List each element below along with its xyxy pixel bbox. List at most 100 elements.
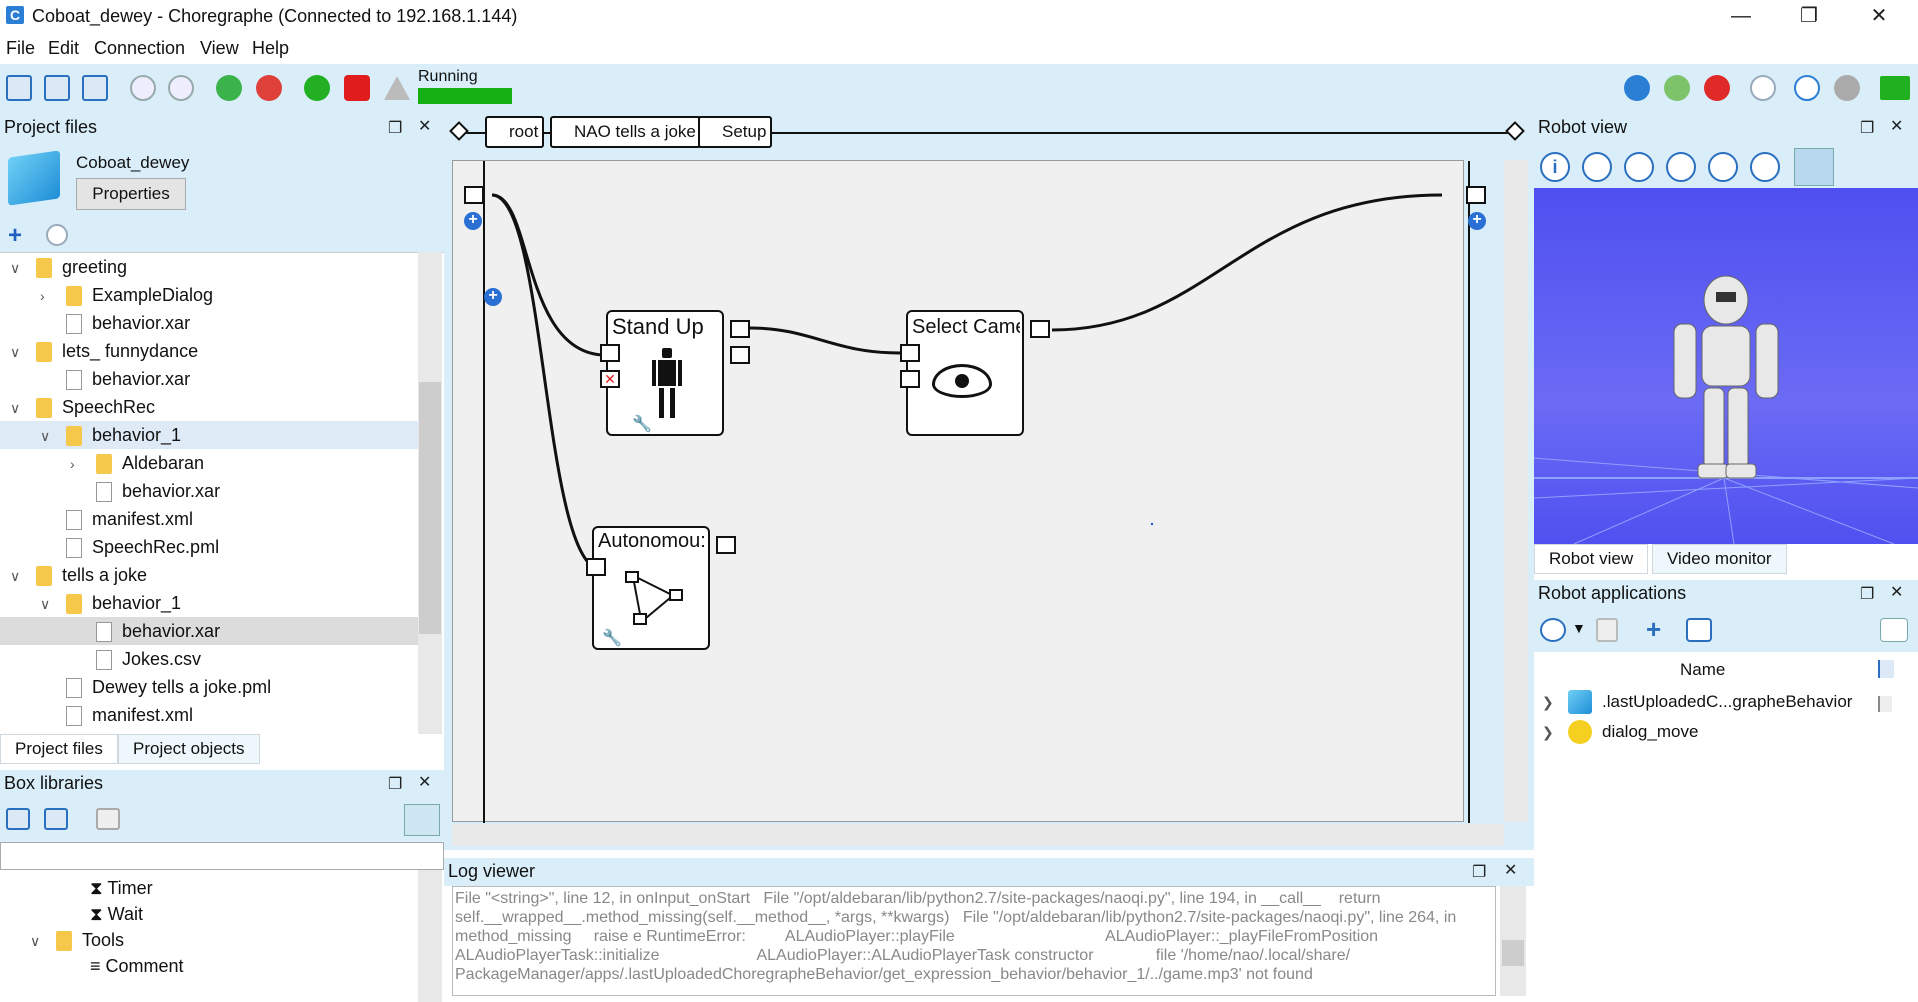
library-menu-icon[interactable] [96,808,120,830]
box-output-port[interactable] [1030,320,1050,338]
search-icon[interactable] [404,804,440,836]
tree-item[interactable]: ∨ behavior_1 [0,589,418,617]
tree-item[interactable]: behavior.xar [0,617,418,645]
box-output-port[interactable] [730,346,750,364]
autonomous-life-icon[interactable] [1750,75,1776,101]
box-stop-port[interactable]: ✕ [600,370,620,388]
close-panel-icon[interactable]: ✕ [1890,116,1903,136]
tree-item[interactable]: manifest.xml [0,505,418,533]
float-icon[interactable]: ❐ [1860,118,1874,138]
chevron-right-icon[interactable]: ❯ [1542,724,1554,741]
chevron-down-icon[interactable]: ∨ [10,254,24,282]
stop-icon[interactable] [344,75,370,101]
camera-reset-icon[interactable] [1624,152,1654,182]
canvas-hscrollbar[interactable] [452,824,1504,846]
close-panel-icon[interactable]: ✕ [418,116,431,136]
motors-icon[interactable] [1704,75,1730,101]
minimize-button[interactable]: — [1718,2,1764,30]
tree-item[interactable]: › ExampleDialog [0,281,418,309]
library-search-input[interactable] [0,842,444,870]
tab-project-objects[interactable]: Project objects [118,734,260,764]
flag-icon[interactable] [1878,660,1894,678]
tree-item[interactable]: Jokes.csv [0,645,418,673]
maximize-button[interactable]: ❐ [1786,2,1832,30]
box-autonomous[interactable]: Autonomou: 🔧 [592,526,710,650]
tree-item[interactable]: Dewey tells a joke.pml [0,673,418,701]
float-icon[interactable]: ❐ [1860,584,1874,604]
search-icon[interactable] [1880,618,1908,642]
box-input-port[interactable] [600,344,620,362]
tab-video-monitor[interactable]: Video monitor [1652,544,1787,574]
float-icon[interactable]: ❐ [1472,862,1486,882]
info-icon[interactable]: i [1540,152,1570,182]
float-icon[interactable]: ❐ [388,118,402,138]
breadcrumb-root[interactable]: root [485,116,545,148]
disconnect-icon[interactable] [256,75,282,101]
flow-output-port[interactable] [1466,186,1486,204]
play-icon[interactable] [304,75,330,101]
face-detect-icon[interactable] [1794,148,1834,186]
tree-item[interactable]: behavior.xar [0,365,418,393]
library-item[interactable]: ⧗ Wait [90,900,143,928]
animation-mode-icon[interactable] [1664,75,1690,101]
tree-item[interactable]: behavior.xar [0,477,418,505]
new-library-icon[interactable] [6,808,30,830]
wake-up-icon[interactable] [1834,75,1860,101]
tab-project-files[interactable]: Project files [0,734,118,764]
box-output-port[interactable] [716,536,736,554]
close-button[interactable]: ✕ [1856,2,1902,30]
chevron-down-icon[interactable]: ▼ [1572,620,1586,636]
add-output-icon[interactable]: + [1468,212,1486,230]
add-icon[interactable]: + [1646,614,1661,645]
tree-item[interactable]: behavior.xar [0,309,418,337]
remove-app-icon[interactable] [1596,618,1618,642]
new-project-icon[interactable] [6,75,32,101]
chevron-right-icon[interactable]: ❯ [1542,694,1554,711]
app-item-name[interactable]: .lastUploadedC...grapheBehavior [1602,692,1852,712]
breadcrumb-nao-tells-a-joke[interactable]: NAO tells a joke [550,116,702,148]
joints-icon[interactable] [1582,152,1612,182]
box-input-port[interactable] [900,344,920,362]
column-header-name[interactable]: Name [1680,660,1725,680]
tree-item[interactable]: ∨ greeting [0,253,418,281]
menu-file[interactable]: File [6,38,35,59]
tree-item[interactable]: › Aldebaran [0,449,418,477]
save-project-icon[interactable] [82,75,108,101]
open-project-icon[interactable] [44,75,70,101]
breadcrumb-setup[interactable]: Setup [698,116,773,148]
settings-icon[interactable] [1708,152,1738,182]
chevron-down-icon[interactable]: ∨ [40,422,54,450]
library-item[interactable]: ∨ Tools [30,926,124,954]
install-app-icon[interactable] [1540,618,1566,642]
log-scrollbar-thumb[interactable] [1502,940,1524,966]
chain-icon[interactable] [1666,152,1696,182]
tree-item[interactable]: manifest.xml [0,701,418,729]
tree-item[interactable]: ∨ SpeechRec [0,393,418,421]
rest-icon[interactable] [1794,75,1820,101]
debug-warning-icon[interactable] [384,76,410,100]
library-scrollbar[interactable] [418,870,442,1002]
menu-connection[interactable]: Connection [94,38,185,59]
undo-icon[interactable] [130,75,156,101]
volume-icon[interactable] [1624,75,1650,101]
close-panel-icon[interactable]: ✕ [1504,860,1517,880]
add-icon[interactable]: + [8,222,22,250]
package-menu-icon[interactable] [1686,618,1712,642]
add-input-icon[interactable]: + [464,212,482,230]
chevron-right-icon[interactable]: › [70,450,84,478]
menu-help[interactable]: Help [252,38,289,59]
chevron-down-icon[interactable]: ∨ [10,338,24,366]
chevron-down-icon[interactable]: ∨ [30,927,44,955]
flag-icon[interactable] [1878,696,1892,712]
sonar-icon[interactable] [1750,152,1780,182]
tree-item[interactable]: ∨ tells a joke [0,561,418,589]
chevron-down-icon[interactable]: ∨ [40,590,54,618]
tree-item[interactable]: ∨ lets_ funnydance [0,337,418,365]
app-item-name[interactable]: dialog_move [1602,722,1698,742]
box-input-port[interactable] [586,558,606,576]
close-panel-icon[interactable]: ✕ [1890,582,1903,602]
chevron-right-icon[interactable]: › [40,282,54,310]
tab-robot-view[interactable]: Robot view [1534,544,1649,574]
chevron-down-icon[interactable]: ∨ [10,562,24,590]
box-select-camera[interactable]: Select Came [906,310,1024,436]
